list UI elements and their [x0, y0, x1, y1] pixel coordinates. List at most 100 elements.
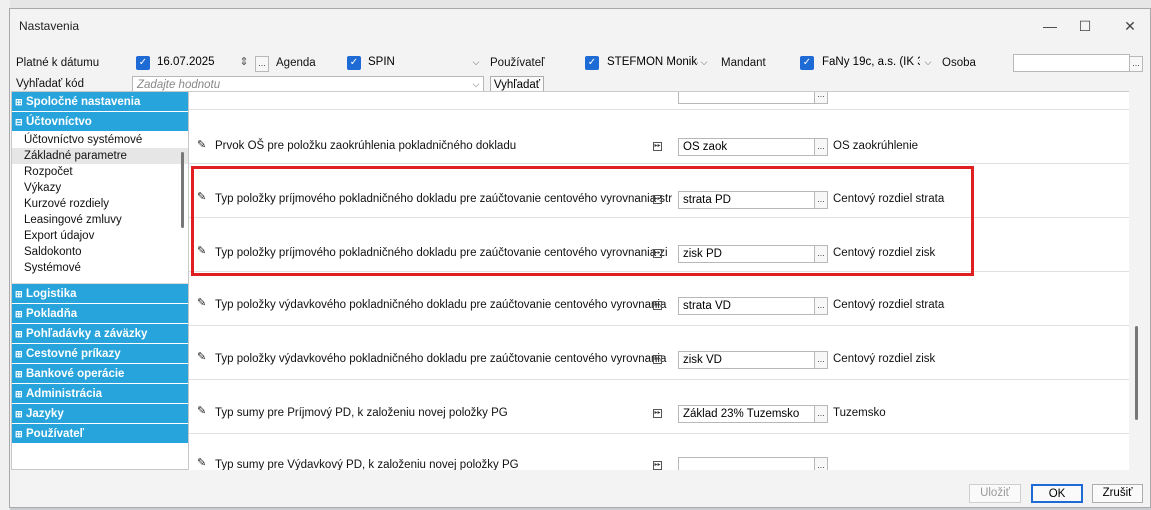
detail-icon[interactable]: ▸▸ — [653, 301, 662, 310]
detail-icon[interactable]: ▸▸ — [653, 355, 662, 364]
row-value-field[interactable]: strata VD — [678, 297, 816, 315]
sidebar: ⊞ Spoločné nastavenia ⊟ Účtovníctvo Účtovn… — [11, 91, 189, 470]
date-spinner-icon[interactable]: ⇕ — [236, 54, 252, 72]
row-label: Typ položky výdavkového pokladničného do… — [215, 299, 667, 311]
row-value-field[interactable]: zisk VD — [678, 351, 816, 369]
date-picker-button[interactable]: ... — [255, 56, 269, 72]
window-title: Nastavenia — [19, 19, 80, 33]
sidebar-item-saldokonto[interactable]: Saldokonto — [12, 244, 188, 260]
mandant-dropdown-icon[interactable]: ⌵ — [920, 54, 936, 72]
settings-row: ✎ Prvok OŠ pre položku zaokrúhlenia pokl… — [189, 110, 1129, 164]
cancel-button[interactable]: Zrušiť — [1092, 484, 1143, 503]
row-description: Centový rozdiel strata — [833, 299, 945, 311]
settings-row: ✎ Typ sumy pre Príjmový PD, k založeniu … — [189, 380, 1129, 434]
user-field[interactable]: STEFMON Monika — [603, 54, 698, 72]
settings-row-partial: ... — [189, 92, 1129, 110]
sidebar-section-cestovne[interactable]: ⊞ Cestovné príkazy — [12, 344, 188, 364]
sidebar-section-jazyky[interactable]: ⊞ Jazyky — [12, 404, 188, 424]
user-dropdown-icon[interactable]: ⌵ — [696, 54, 712, 72]
row-description: Tuzemsko — [833, 407, 886, 419]
sidebar-section-uctovnictvo[interactable]: ⊟ Účtovníctvo — [12, 112, 188, 132]
row-picker-button[interactable]: ... — [814, 405, 828, 423]
agenda-checkbox[interactable]: ✓ — [347, 56, 361, 70]
sidebar-item-vykazy[interactable]: Výkazy — [12, 180, 188, 196]
expand-icon: ⊞ — [15, 97, 23, 107]
row-picker-button[interactable]: ... — [814, 351, 828, 369]
sidebar-section-spolocne[interactable]: ⊞ Spoločné nastavenia — [12, 92, 188, 112]
mandant-field[interactable]: FaNy 19c, a.s. (IK 36 — [818, 54, 920, 72]
detail-icon[interactable]: ▸▸ — [653, 142, 662, 151]
sidebar-section-pokladna[interactable]: ⊞ Pokladňa — [12, 304, 188, 324]
detail-icon[interactable]: ▸▸ — [653, 461, 662, 470]
user-label: Používateľ — [490, 57, 545, 69]
sidebar-item-uctovnictvo-systemove[interactable]: Účtovníctvo systémové — [12, 132, 188, 148]
row-picker-button[interactable]: ... — [814, 138, 828, 156]
osoba-label: Osoba — [942, 57, 976, 69]
save-button[interactable]: Uložiť — [969, 484, 1021, 503]
expand-icon: ⊞ — [15, 409, 23, 419]
sidebar-item-zakladne-parametre[interactable]: Základné parametre — [12, 148, 188, 164]
agenda-dropdown-icon[interactable]: ⌵ — [468, 54, 484, 72]
expand-icon: ⊞ — [15, 309, 23, 319]
row-description: OS zaokrúhlenie — [833, 140, 919, 152]
expand-icon: ⊞ — [15, 429, 23, 439]
sidebar-scrollbar[interactable] — [181, 152, 184, 228]
content-scrollbar[interactable] — [1135, 326, 1138, 420]
ok-button[interactable]: OK — [1031, 484, 1083, 503]
mandant-checkbox[interactable]: ✓ — [800, 56, 814, 70]
mandant-label: Mandant — [721, 57, 766, 69]
date-field[interactable]: 16.07.2025 — [153, 54, 237, 72]
row-picker-button[interactable]: ... — [814, 92, 828, 104]
expand-icon: ⊞ — [15, 329, 23, 339]
sidebar-item-leasingove-zmluvy[interactable]: Leasingové zmluvy — [12, 212, 188, 228]
close-icon[interactable]: ✕ — [1116, 15, 1144, 37]
agenda-field[interactable]: SPIN — [364, 54, 484, 72]
row-label: Typ sumy pre Príjmový PD, k založeniu no… — [215, 407, 508, 419]
row-value-field[interactable]: OS zaok — [678, 138, 816, 156]
minimize-icon[interactable]: — — [1036, 15, 1064, 37]
osoba-picker-button[interactable]: ... — [1129, 56, 1143, 72]
date-label: Platné k dátumu — [16, 57, 100, 69]
settings-row: ✎ Typ položky výdavkového pokladničného … — [189, 272, 1129, 326]
expand-icon: ⊞ — [15, 289, 23, 299]
sidebar-section-pouzivatel[interactable]: ⊞ Používateľ — [12, 424, 188, 444]
edit-icon[interactable]: ✎ — [197, 138, 206, 151]
date-checkbox[interactable]: ✓ — [136, 56, 150, 70]
row-value-field[interactable] — [678, 457, 816, 470]
sidebar-item-export-udajov[interactable]: Export údajov — [12, 228, 188, 244]
row-label: Prvok OŠ pre položku zaokrúhlenia poklad… — [215, 140, 517, 152]
agenda-label: Agenda — [276, 57, 316, 69]
sidebar-item-rozpocet[interactable]: Rozpočet — [12, 164, 188, 180]
sidebar-item-kurzove-rozdiely[interactable]: Kurzové rozdiely — [12, 196, 188, 212]
row-value-field[interactable]: Základ 23% Tuzemsko — [678, 405, 816, 423]
row-picker-button[interactable]: ... — [814, 457, 828, 470]
sidebar-subitems: Účtovníctvo systémové Základné parametre… — [12, 132, 188, 284]
highlight-box — [191, 166, 974, 276]
edit-icon[interactable]: ✎ — [197, 404, 206, 417]
sidebar-section-logistika[interactable]: ⊞ Logistika — [12, 284, 188, 304]
edit-icon[interactable]: ✎ — [197, 350, 206, 363]
collapse-icon: ⊟ — [15, 117, 23, 127]
title-bar: Nastavenia — ☐ ✕ — [10, 9, 1150, 42]
edit-icon[interactable]: ✎ — [197, 456, 206, 469]
row-label: Typ sumy pre Výdavkový PD, k založeniu n… — [215, 459, 519, 470]
settings-row: ✎ Typ položky výdavkového pokladničného … — [189, 326, 1129, 380]
expand-icon: ⊞ — [15, 369, 23, 379]
maximize-icon[interactable]: ☐ — [1071, 15, 1099, 37]
edit-icon[interactable]: ✎ — [197, 296, 206, 309]
user-checkbox[interactable]: ✓ — [585, 56, 599, 70]
expand-icon: ⊞ — [15, 389, 23, 399]
row-value-field[interactable] — [678, 92, 816, 104]
sidebar-item-systemove[interactable]: Systémové — [12, 260, 188, 276]
sidebar-section-pohladavky[interactable]: ⊞ Pohľadávky a záväzky — [12, 324, 188, 344]
row-label: Typ položky výdavkového pokladničného do… — [215, 353, 667, 365]
expand-icon: ⊞ — [15, 349, 23, 359]
search-label: Vyhľadať kód — [16, 78, 84, 90]
sidebar-section-bankove[interactable]: ⊞ Bankové operácie — [12, 364, 188, 384]
row-picker-button[interactable]: ... — [814, 297, 828, 315]
row-description: Centový rozdiel zisk — [833, 353, 936, 365]
sidebar-section-administracia[interactable]: ⊞ Administrácia — [12, 384, 188, 404]
osoba-field[interactable] — [1013, 54, 1130, 72]
detail-icon[interactable]: ▸▸ — [653, 409, 662, 418]
settings-row: ✎ Typ sumy pre Výdavkový PD, k založeniu… — [189, 434, 1129, 470]
